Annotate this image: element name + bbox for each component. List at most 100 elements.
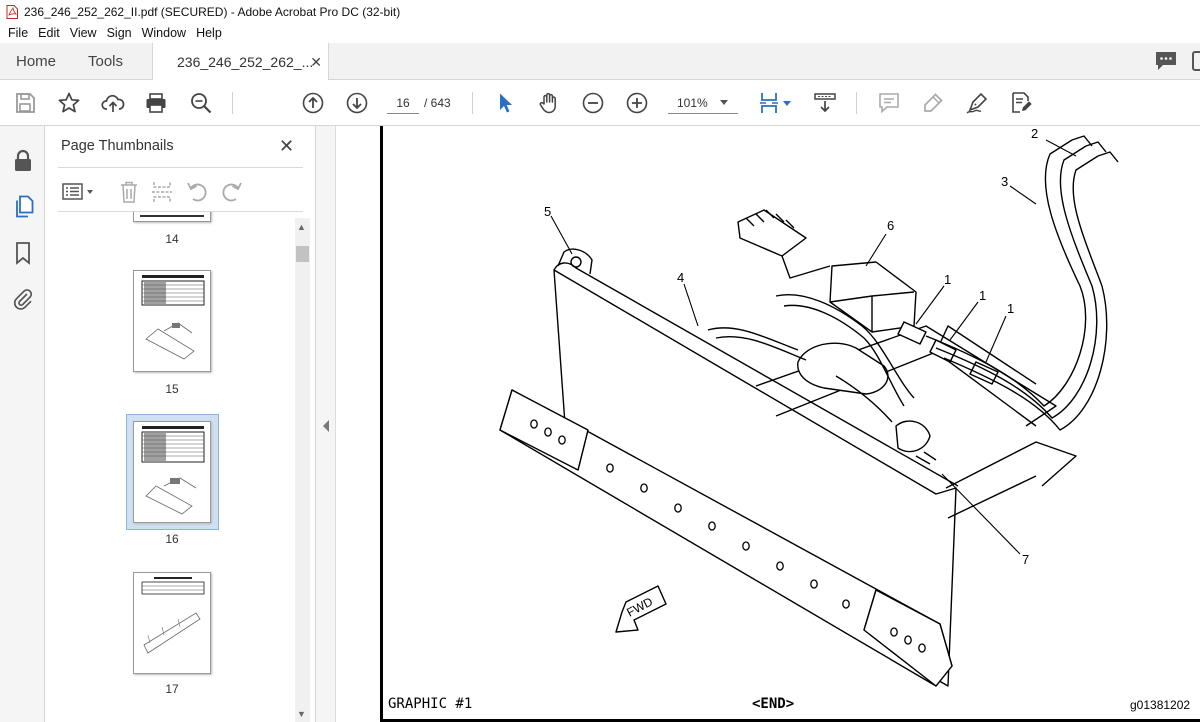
share-upload-button[interactable] xyxy=(100,90,126,116)
cursor-arrow-icon xyxy=(500,93,512,113)
zoom-level-value: 101% xyxy=(677,96,708,110)
page-total-label: / 643 xyxy=(424,96,451,110)
thumbnail-page-14[interactable] xyxy=(133,212,211,222)
toolbar-separator xyxy=(856,92,857,114)
rotate-clockwise-icon[interactable] xyxy=(221,180,243,204)
callout-1c: 1 xyxy=(1007,301,1015,316)
tab-home[interactable]: Home xyxy=(16,43,56,80)
bookmarks-button[interactable] xyxy=(10,240,36,266)
panel-collapse-handle[interactable] xyxy=(316,126,336,722)
print-button[interactable] xyxy=(143,90,169,116)
page-thumbnails-button[interactable] xyxy=(11,194,37,220)
draw-sign-button[interactable] xyxy=(964,90,990,116)
thumbnail-page-15[interactable] xyxy=(133,270,211,372)
star-icon xyxy=(58,92,80,113)
thumbnail-list: 14 15 16 17 xyxy=(45,212,295,722)
dozer-blade-drawing xyxy=(499,135,1119,687)
callout-1a: 1 xyxy=(944,272,952,287)
thumbnail-preview xyxy=(141,275,205,360)
tab-tools[interactable]: Tools xyxy=(88,43,123,80)
chevron-down-icon[interactable] xyxy=(783,101,791,107)
zoom-search-button[interactable] xyxy=(188,90,214,116)
scroll-down-arrow-icon[interactable]: ▼ xyxy=(297,709,306,719)
app-edge-icon[interactable] xyxy=(1192,50,1200,72)
scroll-up-arrow-icon[interactable]: ▲ xyxy=(297,222,306,232)
extract-page-icon[interactable] xyxy=(151,180,173,204)
thumbnail-label: 15 xyxy=(165,382,179,396)
menu-file[interactable]: File xyxy=(3,26,33,40)
thumbnail-toolbar xyxy=(58,174,303,210)
scroll-mode-button[interactable] xyxy=(812,90,838,116)
menu-edit[interactable]: Edit xyxy=(33,26,65,40)
menu-help[interactable]: Help xyxy=(191,26,227,40)
close-tab-icon[interactable]: ✕ xyxy=(310,54,322,71)
menu-view[interactable]: View xyxy=(65,26,102,40)
scrollbar-thumb[interactable] xyxy=(296,246,309,262)
select-tool-button[interactable] xyxy=(492,90,518,116)
thumbnail-preview xyxy=(141,426,205,515)
previous-page-button[interactable] xyxy=(300,90,326,116)
cloud-upload-icon xyxy=(101,94,125,112)
attachments-button[interactable] xyxy=(10,286,36,312)
arrow-down-circle-icon xyxy=(346,92,368,114)
comment-bubble-icon[interactable] xyxy=(1154,50,1178,72)
callout-7: 7 xyxy=(1022,552,1030,567)
close-panel-icon[interactable]: ✕ xyxy=(279,136,294,157)
thumbnail-preview xyxy=(141,577,205,654)
menu-sign[interactable]: Sign xyxy=(102,26,137,40)
panel-divider xyxy=(58,167,303,168)
plus-circle-icon xyxy=(626,92,648,114)
highlighter-pen-icon xyxy=(924,93,943,112)
document-view[interactable]: 5 4 6 1 1 1 2 3 7 FWD GRAPHIC #1 <END> g… xyxy=(336,126,1200,722)
zoom-in-button[interactable] xyxy=(624,90,650,116)
security-lock-button[interactable] xyxy=(10,148,36,174)
hand-icon xyxy=(539,92,556,114)
zoom-level-dropdown[interactable]: 101% xyxy=(668,92,738,114)
thumbnail-options-icon[interactable] xyxy=(62,182,96,202)
paperclip-icon xyxy=(13,289,33,310)
add-comment-button[interactable] xyxy=(876,90,902,116)
thumbnail-label: 16 xyxy=(165,532,179,546)
tabbar-right-icons xyxy=(1154,50,1200,72)
callout-4: 4 xyxy=(677,270,685,285)
hand-tool-button[interactable] xyxy=(536,90,562,116)
tab-bar: Home Tools 236_246_252_262_... ✕ xyxy=(0,43,1200,81)
thumbnail-label: 17 xyxy=(165,682,179,696)
tab-document-label: 236_246_252_262_... xyxy=(177,54,314,70)
menu-bar: File Edit View Sign Window Help xyxy=(0,23,1200,43)
page-number-input[interactable] xyxy=(387,92,419,114)
edit-pdf-button[interactable] xyxy=(1008,90,1034,116)
scrolling-mode-icon xyxy=(814,93,836,113)
thumbnail-label: 14 xyxy=(165,232,179,246)
minus-circle-icon xyxy=(582,92,604,114)
page-thumbnails-panel: Page Thumbnails ✕ 14 15 16 17 ▲ ▼ xyxy=(45,126,316,722)
toolbar-separator xyxy=(232,92,233,114)
zoom-out-button[interactable] xyxy=(580,90,606,116)
save-icon xyxy=(16,93,35,113)
comment-icon xyxy=(879,93,899,114)
bookmark-star-button[interactable] xyxy=(56,90,82,116)
highlight-button[interactable] xyxy=(920,90,946,116)
callout-2: 2 xyxy=(1031,126,1039,141)
rotate-counterclockwise-icon[interactable] xyxy=(186,180,208,204)
thumbnail-scrollbar[interactable] xyxy=(295,218,310,722)
fit-page-icon xyxy=(760,93,778,113)
title-bar: 236_246_252_262_II.pdf (SECURED) - Adobe… xyxy=(0,0,1200,23)
graphic-number-label: GRAPHIC #1 xyxy=(388,696,473,712)
next-page-button[interactable] xyxy=(344,90,370,116)
pen-sign-icon xyxy=(966,92,988,114)
delete-page-icon[interactable] xyxy=(118,180,140,204)
tab-document[interactable]: 236_246_252_262_... ✕ xyxy=(152,43,329,81)
callout-5: 5 xyxy=(544,204,552,219)
window-title: 236_246_252_262_II.pdf (SECURED) - Adobe… xyxy=(24,4,401,19)
menu-window[interactable]: Window xyxy=(137,26,191,40)
chevron-down-icon xyxy=(720,100,728,105)
graphic-code-label: g01381202 xyxy=(1130,698,1191,712)
chevron-left-icon xyxy=(323,420,329,432)
navigation-rail xyxy=(0,126,45,722)
edit-document-icon xyxy=(1012,92,1032,113)
page-fit-button[interactable] xyxy=(756,90,782,116)
save-button[interactable] xyxy=(12,90,38,116)
thumbnail-page-16[interactable] xyxy=(133,421,211,523)
thumbnail-page-17[interactable] xyxy=(133,572,211,674)
